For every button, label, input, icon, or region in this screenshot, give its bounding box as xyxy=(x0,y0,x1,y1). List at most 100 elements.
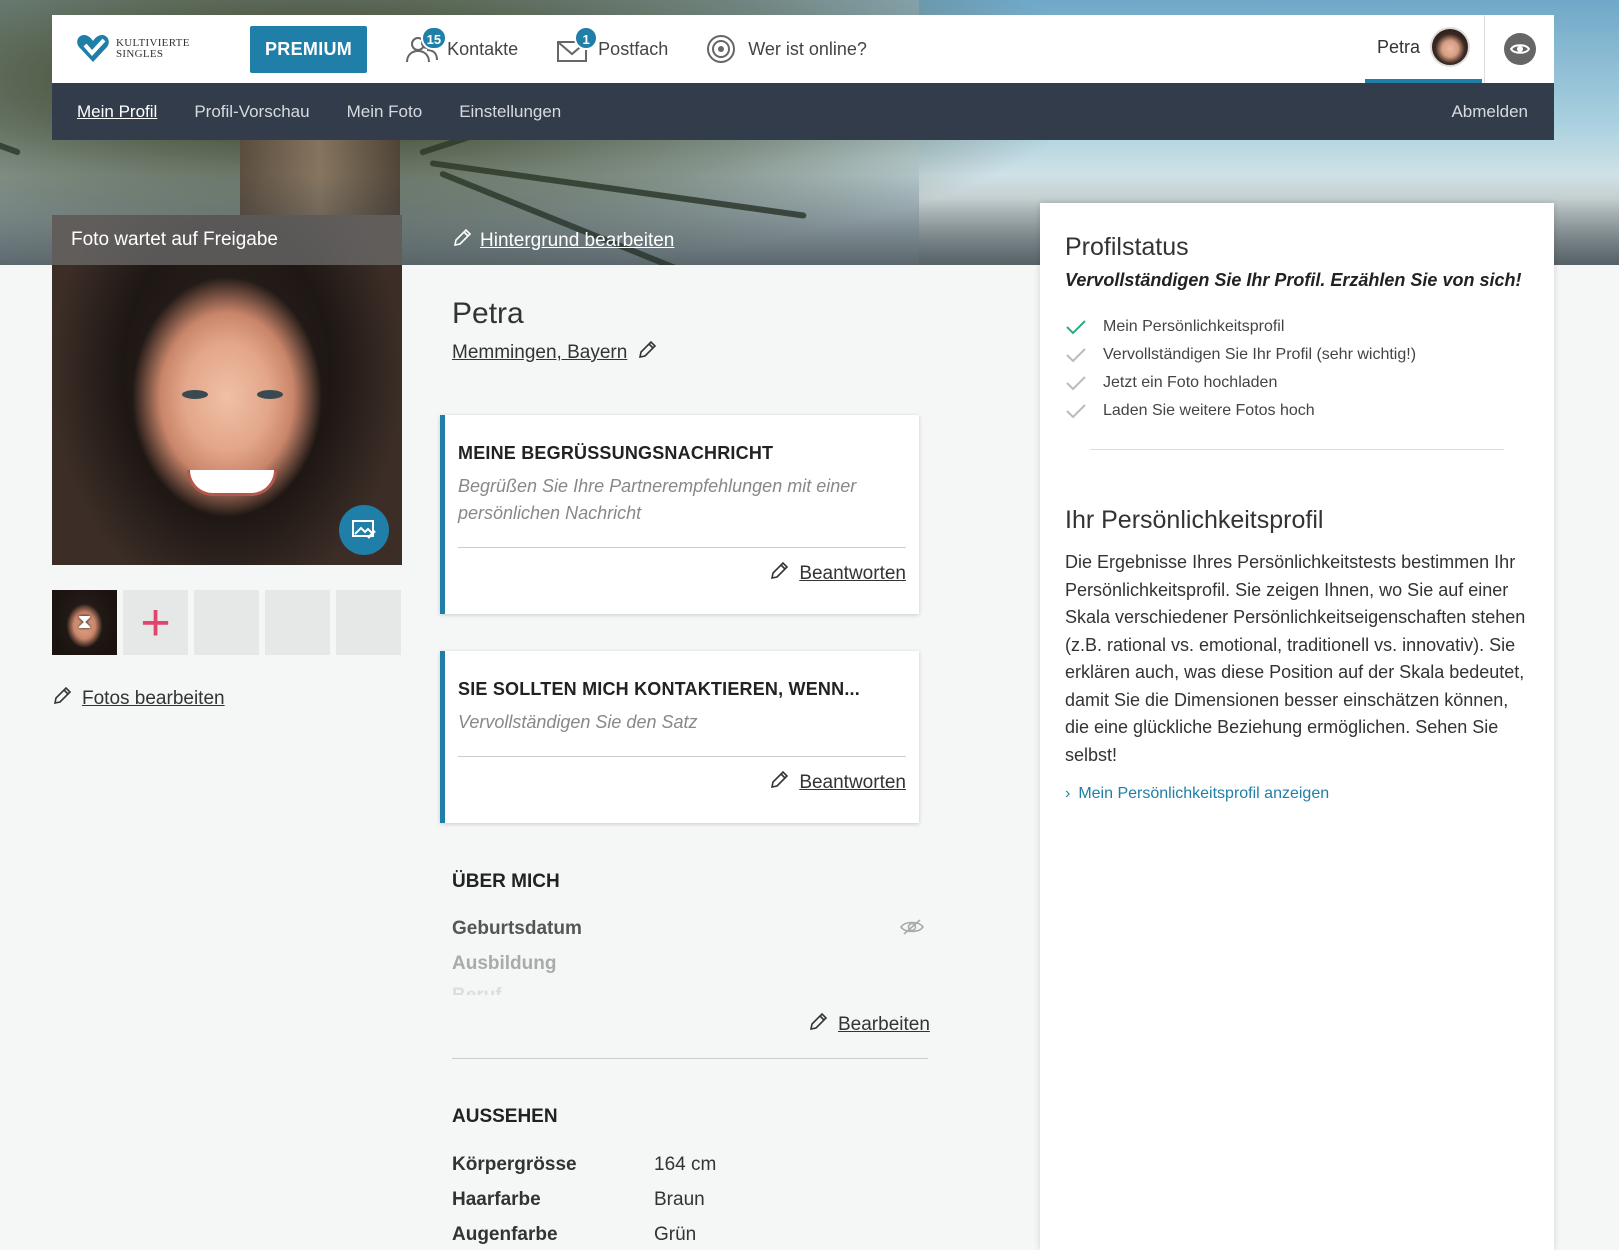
edit-background-label: Hintergrund bearbeiten xyxy=(480,230,675,251)
field-birthdate: Geburtsdatum xyxy=(452,918,582,939)
card-title: MEINE BEGRÜSSUNGSNACHRICHT xyxy=(458,443,774,463)
chevron-right-icon: › xyxy=(1065,785,1071,802)
edit-photos-link[interactable]: Fotos bearbeiten xyxy=(52,686,225,712)
profile-location: Memmingen, Bayern xyxy=(452,342,628,363)
edit-background-link[interactable]: Hintergrund bearbeiten xyxy=(452,228,674,254)
checklist-item-label: Vervollständigen Sie Ihr Profil (sehr wi… xyxy=(1103,346,1417,363)
check-icon xyxy=(1065,403,1089,419)
edit-photos-label: Fotos bearbeiten xyxy=(82,688,225,709)
card-description: Begrüßen Sie Ihre Partnerempfehlungen mi… xyxy=(458,476,857,523)
hourglass-icon: ⧗ xyxy=(77,611,92,633)
check-icon xyxy=(1065,375,1089,391)
online-radar-icon xyxy=(706,34,740,64)
answer-button[interactable]: Beantworten xyxy=(458,757,906,809)
profile-preview-toggle[interactable] xyxy=(1484,15,1554,83)
personality-title: Ihr Persönlichkeitsprofil xyxy=(1065,506,1324,534)
eye-icon xyxy=(1503,33,1536,65)
profile-status-panel: Profilstatus Vervollständigen Sie Ihr Pr… xyxy=(1040,203,1554,1250)
profile-name: Petra xyxy=(452,297,524,330)
checklist-item-label: Mein Persönlichkeitsprofil xyxy=(1103,318,1285,335)
photo-detail xyxy=(187,470,277,496)
checklist-item-label: Jetzt ein Foto hochladen xyxy=(1103,374,1278,391)
pencil-icon xyxy=(637,340,657,366)
checklist-item[interactable]: Laden Sie weitere Fotos hoch xyxy=(1065,397,1529,425)
pencil-icon xyxy=(769,561,789,587)
contacts-badge: 15 xyxy=(420,26,448,50)
field-height-value: 164 cm xyxy=(654,1154,717,1175)
field-eyes-value: Grün xyxy=(654,1224,697,1245)
empty-photo-slot[interactable] xyxy=(194,590,259,655)
photo-thumbnail[interactable]: ⧗ xyxy=(52,590,117,655)
sub-navbar: Mein Profil Profil-Vorschau Mein Foto Ei… xyxy=(52,83,1554,140)
profile-location-link[interactable]: Memmingen, Bayern xyxy=(452,340,657,366)
personality-description: Die Ergebnisse Ihres Persönlichkeitstest… xyxy=(1065,552,1526,765)
card-title: SIE SOLLTEN MICH KONTAKTIEREN, WENN... xyxy=(458,679,860,699)
profile-checklist: Mein Persönlichkeitsprofil Vervollständi… xyxy=(1065,313,1529,425)
edit-about-button[interactable]: Bearbeiten xyxy=(808,1012,930,1038)
user-menu[interactable]: Petra xyxy=(1364,15,1482,83)
checklist-item[interactable]: Vervollständigen Sie Ihr Profil (sehr wi… xyxy=(1065,341,1529,369)
field-hair-label: Haarfarbe xyxy=(452,1189,541,1210)
brand-logo[interactable]: KULTIVIERTE SINGLES xyxy=(76,34,226,64)
subnav-settings[interactable]: Einstellungen xyxy=(459,102,561,122)
show-personality-profile-link[interactable]: › Mein Persönlichkeitsprofil anzeigen xyxy=(1065,785,1529,803)
brand-name: KULTIVIERTE SINGLES xyxy=(116,38,190,60)
empty-photo-slot[interactable] xyxy=(265,590,330,655)
profile-status-title: Profilstatus xyxy=(1065,233,1189,261)
pencil-icon xyxy=(769,770,789,796)
contact-me-card: SIE SOLLTEN MICH KONTAKTIEREN, WENN... V… xyxy=(440,651,919,823)
nav-inbox-label: Postfach xyxy=(598,38,669,59)
subnav-my-profile[interactable]: Mein Profil xyxy=(77,102,157,122)
nav-contacts-label: Kontakte xyxy=(447,38,519,59)
nav-online-label: Wer ist online? xyxy=(748,38,867,59)
pencil-icon xyxy=(808,1012,828,1038)
profile-status-subtitle: Vervollständigen Sie Ihr Profil. Erzähle… xyxy=(1065,270,1522,290)
top-navbar: KULTIVIERTE SINGLES PREMIUM 15 Kontakte … xyxy=(52,15,1554,83)
divider xyxy=(452,1058,928,1059)
subnav-profile-preview[interactable]: Profil-Vorschau xyxy=(194,102,309,122)
avatar xyxy=(1430,27,1470,67)
contacts-icon: 15 xyxy=(405,26,448,64)
heart-logo-icon xyxy=(76,34,110,64)
photo-thumbnails: ⧗ + xyxy=(52,590,401,655)
nav-online[interactable]: Wer ist online? xyxy=(706,15,867,83)
inbox-badge: 1 xyxy=(574,26,599,50)
field-eyes-label: Augenfarbe xyxy=(452,1224,558,1245)
add-photo-button[interactable]: + xyxy=(123,590,188,655)
brand-line-2: SINGLES xyxy=(116,48,164,60)
premium-button[interactable]: PREMIUM xyxy=(250,25,368,73)
plus-icon: + xyxy=(140,593,171,652)
eye-slash-icon[interactable] xyxy=(900,918,924,941)
subnav-my-photo[interactable]: Mein Foto xyxy=(347,102,423,122)
answer-button[interactable]: Beantworten xyxy=(458,548,906,600)
field-height-label: Körpergrösse xyxy=(452,1154,577,1175)
about-me-title: ÜBER MICH xyxy=(452,871,560,892)
checklist-item[interactable]: Mein Persönlichkeitsprofil xyxy=(1065,313,1529,341)
checklist-item[interactable]: Jetzt ein Foto hochladen xyxy=(1065,369,1529,397)
photo-pending-label: Foto wartet auf Freigabe xyxy=(52,215,402,265)
nav-contacts[interactable]: 15 Kontakte xyxy=(405,15,518,83)
image-edit-icon xyxy=(352,520,376,539)
card-description: Vervollständigen Sie den Satz xyxy=(458,712,698,732)
check-icon xyxy=(1065,319,1089,335)
logout-link[interactable]: Abmelden xyxy=(1451,102,1528,122)
divider xyxy=(1090,449,1504,450)
profile-photo[interactable]: Foto wartet auf Freigabe xyxy=(52,215,402,565)
pencil-icon xyxy=(452,228,472,254)
answer-label: Beantworten xyxy=(799,563,906,584)
field-education: Ausbildung xyxy=(452,953,557,974)
checklist-item-label: Laden Sie weitere Fotos hoch xyxy=(1103,402,1315,419)
photo-detail xyxy=(182,390,208,399)
field-hair-value: Braun xyxy=(654,1189,705,1210)
edit-about-label: Bearbeiten xyxy=(838,1014,930,1035)
show-personality-profile-label: Mein Persönlichkeitsprofil anzeigen xyxy=(1078,785,1330,802)
photo-detail xyxy=(257,390,283,399)
answer-label: Beantworten xyxy=(799,772,906,793)
empty-photo-slot[interactable] xyxy=(336,590,401,655)
nav-inbox[interactable]: 1 Postfach xyxy=(556,15,668,83)
photo-gallery-button[interactable] xyxy=(339,505,389,555)
check-icon xyxy=(1065,347,1089,363)
user-name: Petra xyxy=(1376,36,1420,57)
appearance-title: AUSSEHEN xyxy=(452,1106,558,1127)
pencil-icon xyxy=(52,686,72,712)
